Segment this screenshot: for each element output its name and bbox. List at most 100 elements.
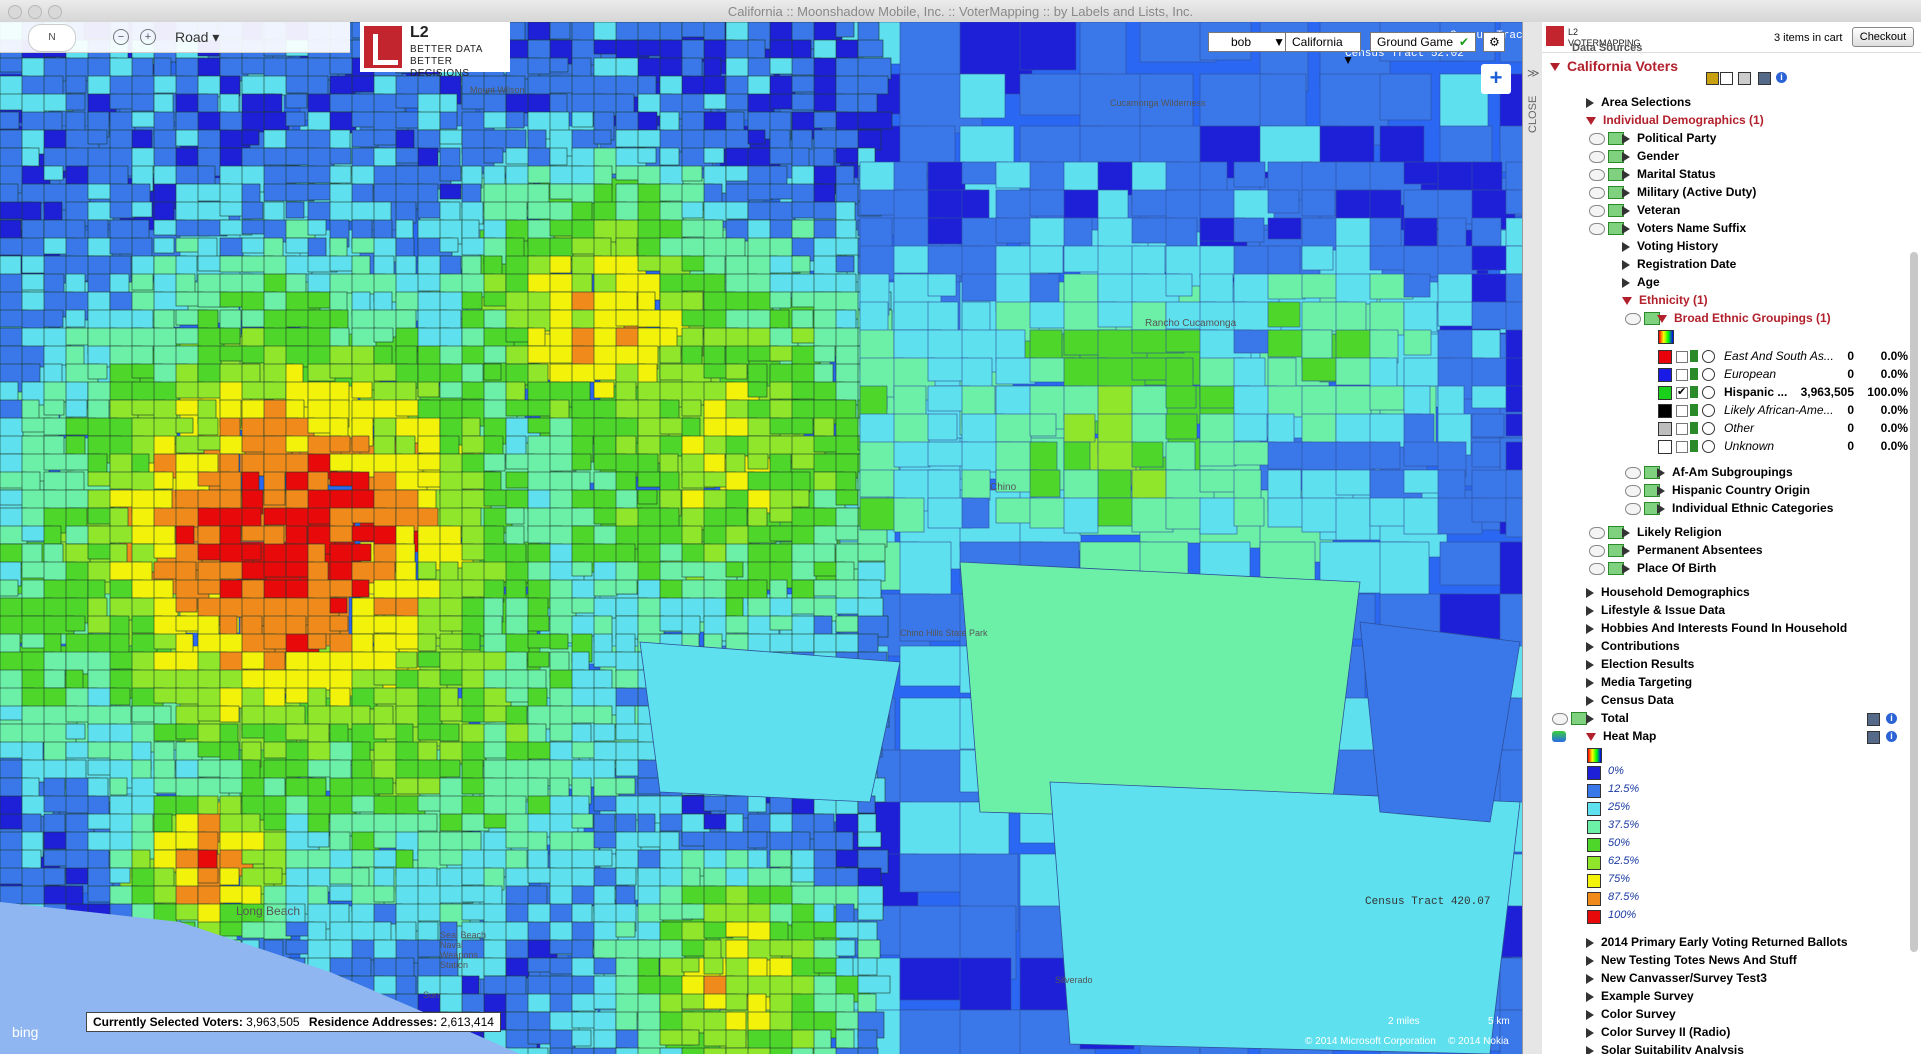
tree-row-other-layer[interactable]: New Testing Totes News And Stuff: [1586, 952, 1797, 968]
tree-row-other-layer[interactable]: Color Survey II (Radio): [1586, 1024, 1730, 1040]
collapsed-triangle-icon[interactable]: [1622, 241, 1630, 252]
pencil-icon[interactable]: [1706, 72, 1719, 85]
ethnic-checkbox[interactable]: [1676, 423, 1688, 435]
tree-row-total[interactable]: Total: [1586, 710, 1629, 726]
list-icon[interactable]: [1867, 731, 1880, 744]
visibility-eye-icon[interactable]: [1625, 313, 1641, 325]
ethnic-row[interactable]: East And South As... 0 0.0%: [1724, 348, 1909, 364]
visibility-eye-icon[interactable]: [1625, 485, 1641, 497]
tree-row-heat-map[interactable]: Heat Map: [1586, 728, 1656, 744]
tree-row-indiv-item[interactable]: Gender: [1622, 148, 1679, 164]
collapsed-triangle-icon[interactable]: [1586, 605, 1594, 616]
expanded-triangle-icon[interactable]: [1586, 116, 1596, 125]
tree-row-section[interactable]: Contributions: [1586, 638, 1680, 654]
ethnic-checkbox[interactable]: [1676, 441, 1688, 453]
expanded-triangle-icon[interactable]: [1586, 732, 1596, 741]
visibility-eye-icon[interactable]: [1589, 187, 1605, 199]
close-panel-bar[interactable]: ≫ CLOSE: [1522, 22, 1544, 1054]
tree-row-section[interactable]: Census Data: [1586, 692, 1674, 708]
visibility-eye-icon[interactable]: [1589, 133, 1605, 145]
tree-row-other-layer[interactable]: Color Survey: [1586, 1006, 1676, 1022]
collapsed-triangle-icon[interactable]: [1622, 133, 1630, 144]
collapsed-triangle-icon[interactable]: [1657, 485, 1665, 496]
ethnic-checkbox[interactable]: [1676, 369, 1688, 381]
visibility-eye-icon[interactable]: [1589, 169, 1605, 181]
collapsed-triangle-icon[interactable]: [1622, 205, 1630, 216]
tree-row-indiv-item[interactable]: Voters Name Suffix: [1622, 220, 1746, 236]
collapsed-triangle-icon[interactable]: [1586, 955, 1594, 966]
table-icon[interactable]: [1738, 72, 1751, 85]
layers-icon[interactable]: [1552, 731, 1566, 742]
ethnic-row[interactable]: Likely African-Ame... 0 0.0%: [1724, 402, 1909, 418]
info-icon[interactable]: i: [1886, 731, 1897, 742]
target-icon[interactable]: [1702, 404, 1715, 417]
tree-row-section[interactable]: Hobbies And Interests Found In Household: [1586, 620, 1847, 636]
tree-row-indiv-item[interactable]: Veteran: [1622, 202, 1680, 218]
collapsed-triangle-icon[interactable]: [1586, 677, 1594, 688]
expanded-triangle-icon[interactable]: [1657, 314, 1667, 323]
collapse-icon[interactable]: [1720, 72, 1733, 85]
mode-select[interactable]: Ground Game ✔: [1370, 32, 1476, 52]
compass-control[interactable]: N: [28, 24, 76, 52]
user-select[interactable]: bob ▼: [1208, 32, 1292, 52]
info-icon[interactable]: i: [1886, 713, 1897, 724]
collapsed-triangle-icon[interactable]: [1622, 223, 1630, 234]
tree-row-voting_history[interactable]: Voting History: [1622, 238, 1718, 254]
tree-row-sub-group[interactable]: Individual Ethnic Categories: [1657, 500, 1833, 516]
choropleth-map[interactable]: [0, 22, 1522, 1054]
collapsed-triangle-icon[interactable]: [1586, 659, 1594, 670]
panel-scrollbar[interactable]: [1910, 252, 1918, 952]
visibility-eye-icon[interactable]: [1589, 563, 1605, 575]
tree-row-individual-demographics[interactable]: Individual Demographics (1): [1586, 112, 1764, 128]
zoom-in-button[interactable]: +: [140, 29, 156, 45]
collapsed-triangle-icon[interactable]: [1586, 1009, 1594, 1020]
target-icon[interactable]: [1702, 422, 1715, 435]
tree-row-other-layer[interactable]: 2014 Primary Early Voting Returned Ballo…: [1586, 934, 1848, 950]
tree-row-sub-group[interactable]: Hispanic Country Origin: [1657, 482, 1810, 498]
ethnic-checkbox[interactable]: [1676, 351, 1688, 363]
legend-toggle-icon[interactable]: [1571, 712, 1587, 725]
tree-row-area-selections[interactable]: Area Selections: [1586, 94, 1691, 110]
map-style-dropdown[interactable]: Road ▾: [175, 29, 219, 46]
collapsed-triangle-icon[interactable]: [1657, 503, 1665, 514]
collapsed-triangle-icon[interactable]: [1586, 1027, 1594, 1038]
target-icon[interactable]: [1702, 368, 1715, 381]
visibility-eye-icon[interactable]: [1589, 151, 1605, 163]
ethnic-row[interactable]: Other 0 0.0%: [1724, 420, 1909, 436]
tree-row-registration_date[interactable]: Registration Date: [1622, 256, 1736, 272]
collapsed-triangle-icon[interactable]: [1622, 259, 1630, 270]
collapsed-triangle-icon[interactable]: [1586, 97, 1594, 108]
collapsed-triangle-icon[interactable]: [1586, 1045, 1594, 1054]
collapsed-triangle-icon[interactable]: [1622, 527, 1630, 538]
root-layer-california-voters[interactable]: California Voters: [1550, 58, 1678, 74]
expanded-triangle-icon[interactable]: [1550, 63, 1560, 72]
collapsed-triangle-icon[interactable]: [1657, 467, 1665, 478]
ethnic-row[interactable]: Hispanic ... 3,963,505 100.0%: [1724, 384, 1909, 400]
tree-row-section[interactable]: Media Targeting: [1586, 674, 1692, 690]
visibility-eye-icon[interactable]: [1589, 545, 1605, 557]
ethnic-row[interactable]: Unknown 0 0.0%: [1724, 438, 1909, 454]
collapsed-triangle-icon[interactable]: [1586, 937, 1594, 948]
ethnic-row[interactable]: European 0 0.0%: [1724, 366, 1909, 382]
list-icon[interactable]: [1758, 72, 1771, 85]
visibility-eye-icon[interactable]: [1625, 503, 1641, 515]
visibility-eye-icon[interactable]: [1589, 223, 1605, 235]
tree-row-other-layer[interactable]: Example Survey: [1586, 988, 1694, 1004]
ethnic-checkbox[interactable]: [1676, 405, 1688, 417]
collapsed-triangle-icon[interactable]: [1622, 169, 1630, 180]
tree-row-sub-group[interactable]: Af-Am Subgroupings: [1657, 464, 1793, 480]
expanded-triangle-icon[interactable]: [1622, 296, 1632, 305]
collapsed-triangle-icon[interactable]: [1622, 151, 1630, 162]
tree-row-section[interactable]: Household Demographics: [1586, 584, 1750, 600]
tree-row-more-indiv[interactable]: Permanent Absentees: [1622, 542, 1763, 558]
info-icon[interactable]: i: [1776, 72, 1787, 83]
tree-row-indiv-item[interactable]: Political Party: [1622, 130, 1716, 146]
list-icon[interactable]: [1867, 713, 1880, 726]
add-layer-button[interactable]: +: [1481, 64, 1511, 94]
tree-row-more-indiv[interactable]: Place Of Birth: [1622, 560, 1716, 576]
tree-row-other-layer[interactable]: Solar Suitability Analysis: [1586, 1042, 1744, 1054]
collapsed-triangle-icon[interactable]: [1622, 563, 1630, 574]
collapsed-triangle-icon[interactable]: [1622, 277, 1630, 288]
tree-row-section[interactable]: Lifestyle & Issue Data: [1586, 602, 1725, 618]
visibility-eye-icon[interactable]: [1589, 205, 1605, 217]
